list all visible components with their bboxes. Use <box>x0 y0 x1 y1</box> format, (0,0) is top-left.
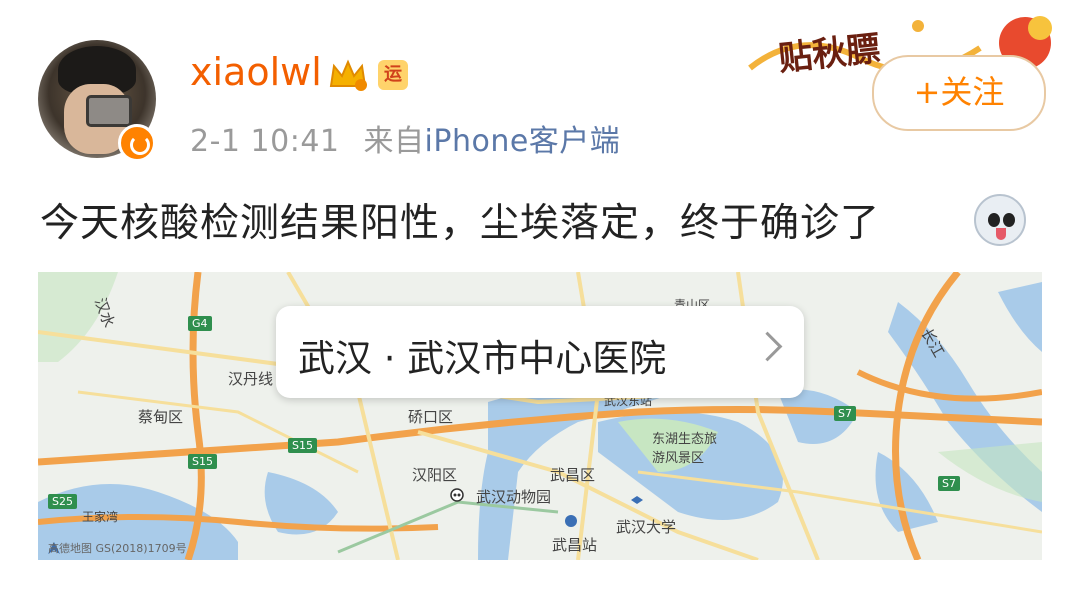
map-label: 汉丹线 <box>228 370 274 388</box>
map-label: G4 <box>188 316 212 331</box>
post-time: 2-1 10:41 <box>190 124 340 159</box>
username[interactable]: xiaolwl <box>190 50 322 94</box>
map-label: S15 <box>188 454 217 469</box>
map-label: 硚口区 <box>408 408 454 426</box>
from-prefix: 来自 <box>363 124 425 159</box>
map-label: 武昌站 <box>552 536 598 554</box>
map-label: 武汉动物园 <box>476 488 552 506</box>
post-meta: 2-1 10:41 来自iPhone客户端 <box>190 116 620 160</box>
map-label: S15 <box>288 438 317 453</box>
station-icon <box>565 515 577 527</box>
location-label: 武汉 · 武汉市中心医院 <box>298 337 667 380</box>
school-icon <box>631 496 643 504</box>
verified-badge-icon <box>118 124 156 162</box>
weibo-post: 贴秋膘 xiaolwl 运 2-1 10:41 来自iPhone客户端 +关注 … <box>0 0 1080 595</box>
location-card[interactable]: 武汉 · 武汉市中心医院 <box>276 306 804 398</box>
chevron-right-icon <box>752 331 783 362</box>
crown-icon[interactable] <box>328 58 368 92</box>
map-credit: 高德地图 GS(2018)1709号 <box>48 542 187 555</box>
yun-badge[interactable]: 运 <box>378 60 408 90</box>
post-source[interactable]: iPhone客户端 <box>425 124 621 159</box>
post-content: 今天核酸检测结果阳性，尘埃落定，终于确诊了 <box>40 201 881 246</box>
map-label: S7 <box>938 476 960 491</box>
map-label: 汉阳区 <box>412 466 458 484</box>
map-label: S25 <box>48 494 77 509</box>
map-label: S7 <box>834 406 856 421</box>
map-label: 东湖生态旅游风景区 <box>652 432 718 466</box>
husky-emoji-icon <box>974 194 1026 246</box>
panda-icon <box>450 488 464 502</box>
map-label: 王家湾 <box>82 510 119 524</box>
map-label: 武昌区 <box>550 466 596 484</box>
map-label: 武汉大学 <box>616 518 677 536</box>
camera-icon <box>86 95 132 127</box>
follow-button[interactable]: +关注 <box>872 55 1046 131</box>
map-label: 蔡甸区 <box>138 408 184 426</box>
